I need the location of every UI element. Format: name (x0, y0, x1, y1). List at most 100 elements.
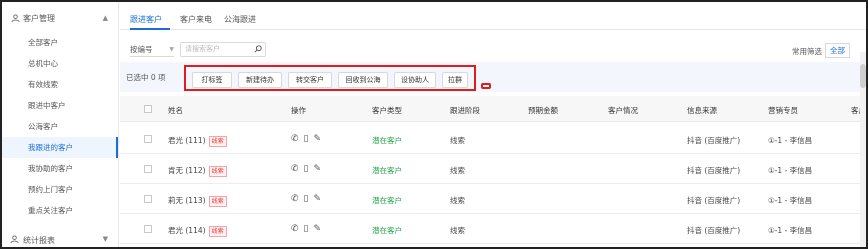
selected-count: 已选中 0 项 (126, 73, 166, 82)
lead-badge: 线索 (208, 195, 227, 207)
column-header-expected-amount: 预期金额 (528, 106, 558, 115)
transfer-customer-button[interactable]: 转交客户 (288, 72, 332, 88)
customer-name[interactable]: 莉无 (113) (168, 196, 206, 205)
column-header-name: 姓名 (168, 106, 183, 115)
sidebar-item-my-assisted[interactable]: 我协助的客户 (2, 158, 118, 179)
sidebar-item-visit-appointments[interactable]: 预约上门客户 (2, 179, 118, 200)
app-window: 客户管理 ▲ 全部客户 总机中心 有效线索 跟进中客户 公海客户 我跟进的客户 … (0, 0, 868, 249)
column-header-situation: 客户情况 (608, 106, 638, 115)
lead-badge: 线索 (208, 165, 227, 177)
column-header-customer-type: 客户类型 (372, 106, 402, 115)
row-checkbox[interactable] (144, 195, 152, 203)
info-source: 抖音 (百度推广) (687, 226, 741, 235)
tag-button[interactable]: 打标签 (192, 72, 232, 88)
user-icon (10, 235, 20, 245)
batch-actions-highlight: 打标签 新建待办 转交客户 回收到公海 设协助人 拉群 (184, 65, 476, 91)
sidebar-menu: 全部客户 总机中心 有效线索 跟进中客户 公海客户 我跟进的客户 我协助的客户 … (2, 32, 118, 221)
mobile-icon[interactable]: ▯ (304, 134, 309, 144)
follow-stage: 线索 (450, 166, 465, 175)
note-icon[interactable]: ✎ (314, 194, 322, 204)
common-filter-label: 常用筛选 (792, 47, 822, 56)
column-header-source: 信息来源 (687, 106, 717, 115)
search-icon[interactable] (254, 44, 262, 57)
info-source: 抖音 (百度推广) (687, 196, 741, 205)
chevron-down-icon: ▼ (102, 235, 108, 243)
sidebar-item-switchboard[interactable]: 总机中心 (2, 53, 118, 74)
sales-agent: ①-1 - 李信昌 (768, 166, 813, 175)
row-actions: ✆ ▯ ✎ (291, 134, 326, 144)
table-row[interactable]: 君光 (111) 线索 ✆ ▯ ✎ 潜在客户 线索 抖音 (百度推广) ①-1 - 李… (120, 124, 866, 154)
phone-icon[interactable]: ✆ (291, 164, 299, 174)
info-source: 抖音 (百度推广) (687, 166, 741, 175)
phone-icon[interactable]: ✆ (291, 134, 299, 144)
phone-icon[interactable]: ✆ (291, 194, 299, 204)
row-checkbox[interactable] (144, 135, 152, 143)
select-all-checkbox[interactable] (144, 105, 152, 113)
recycle-to-pool-button[interactable]: 回收到公海 (338, 72, 388, 88)
search-placeholder: 请搜索客户 (185, 45, 220, 53)
row-checkbox[interactable] (144, 165, 152, 173)
chevron-up-icon: ▲ (102, 14, 108, 22)
tab-public-pool-follow[interactable]: 公海跟进 (224, 14, 256, 25)
follow-stage: 线索 (450, 196, 465, 205)
row-checkbox[interactable] (144, 225, 152, 233)
customer-name[interactable]: 肯无 (112) (168, 166, 206, 175)
search-field-select[interactable]: 按编号 ▼ (130, 43, 174, 57)
sidebar-group-label: 客户管理 (23, 13, 55, 23)
search-field-select-value: 按编号 (130, 45, 153, 54)
sales-agent: ①-1 - 李信昌 (768, 136, 813, 145)
tab-bar: 跟进客户 客户来电 公海跟进 (120, 2, 866, 30)
batch-action-bar: 已选中 0 项 打标签 新建待办 转交客户 回收到公海 设协助人 拉群 (120, 62, 866, 92)
sidebar-item-my-followed[interactable]: 我跟进的客户 (2, 137, 118, 158)
annotation-marker (481, 83, 491, 89)
mobile-icon[interactable]: ▯ (304, 164, 309, 174)
lead-badge: 线索 (208, 135, 227, 147)
note-icon[interactable]: ✎ (314, 134, 322, 144)
sidebar-item-all-customers[interactable]: 全部客户 (2, 32, 118, 53)
row-actions: ✆ ▯ ✎ (291, 194, 326, 204)
all-filter-button[interactable]: 全部 (825, 43, 850, 58)
scrollbar-thumb[interactable] (860, 64, 866, 88)
sales-agent: ①-1 - 李信昌 (768, 226, 813, 235)
customer-name[interactable]: 君光 (111) (168, 136, 206, 145)
follow-stage: 线索 (450, 136, 465, 145)
row-actions: ✆ ▯ ✎ (291, 164, 326, 174)
customer-type: 潜在客户 (372, 196, 402, 205)
note-icon[interactable]: ✎ (314, 224, 322, 234)
sidebar-item-following-customers[interactable]: 跟进中客户 (2, 95, 118, 116)
sidebar-item-valid-leads[interactable]: 有效线索 (2, 74, 118, 95)
sidebar-item-public-pool[interactable]: 公海客户 (2, 116, 118, 137)
column-header-agent: 营销专员 (768, 106, 798, 115)
main-content: 跟进客户 客户来电 公海跟进 按编号 ▼ 请搜索客户 常用筛选 全部 已选中 0… (120, 2, 866, 247)
sidebar: 客户管理 ▲ 全部客户 总机中心 有效线索 跟进中客户 公海客户 我跟进的客户 … (2, 2, 119, 247)
create-group-button[interactable]: 拉群 (442, 72, 468, 88)
row-actions: ✆ ▯ ✎ (291, 224, 326, 234)
follow-stage: 线索 (450, 226, 465, 235)
sidebar-group-customer[interactable]: 客户管理 ▲ (2, 8, 118, 28)
column-header-actions: 操作 (291, 106, 306, 115)
mobile-icon[interactable]: ▯ (304, 194, 309, 204)
new-todo-button[interactable]: 新建待办 (238, 72, 282, 88)
info-source: 抖音 (百度推广) (687, 136, 741, 145)
tab-following-customers[interactable]: 跟进客户 (130, 14, 162, 25)
customer-name[interactable]: 君光 (114) (168, 226, 206, 235)
tab-customer-calls[interactable]: 客户来电 (180, 14, 212, 25)
mobile-icon[interactable]: ▯ (304, 224, 309, 234)
search-input[interactable]: 请搜索客户 (180, 42, 266, 57)
sidebar-item-key-customers[interactable]: 重点关注客户 (2, 200, 118, 221)
customer-type: 潜在客户 (372, 136, 402, 145)
customer-type: 潜在客户 (372, 166, 402, 175)
filter-bar: 按编号 ▼ 请搜索客户 常用筛选 全部 (120, 38, 866, 60)
sales-agent: ①-1 - 李信昌 (768, 196, 813, 205)
user-group-icon (10, 13, 20, 23)
table-row[interactable]: 肯无 (112) 线索 ✆ ▯ ✎ 潜在客户 线索 抖音 (百度推广) ①-1 - 李… (120, 154, 866, 184)
table-header: 姓名 操作 客户类型 跟进阶段 预期金额 客户情况 信息来源 营销专员 客户 (120, 96, 866, 122)
table-row[interactable]: 君光 (114) 线索 ✆ ▯ ✎ 潜在客户 线索 抖音 (百度推广) ①-1 - 李… (120, 214, 866, 244)
table-row[interactable]: 莉无 (113) 线索 ✆ ▯ ✎ 潜在客户 线索 抖音 (百度推广) ①-1 - 李… (120, 184, 866, 214)
note-icon[interactable]: ✎ (314, 164, 322, 174)
phone-icon[interactable]: ✆ (291, 224, 299, 234)
sidebar-group-reports[interactable]: 统计报表 ▼ (2, 231, 118, 247)
column-header-stage: 跟进阶段 (450, 106, 480, 115)
set-assistant-button[interactable]: 设协助人 (394, 72, 436, 88)
chevron-down-icon: ▼ (169, 46, 174, 53)
